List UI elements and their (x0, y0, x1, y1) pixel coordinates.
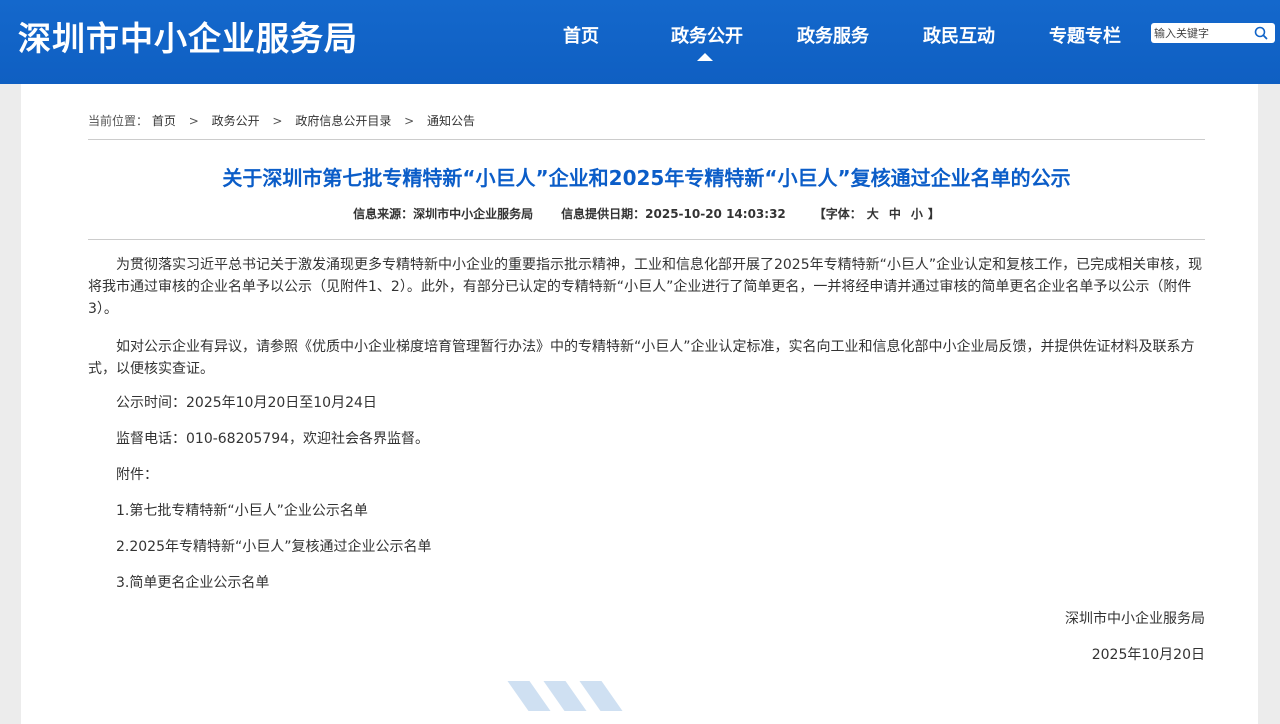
body-paragraph: 如对公示企业有异议，请参照《优质中小企业梯度培育管理暂行办法》中的专精特新“小巨… (88, 339, 1195, 377)
nav-item-government-services[interactable]: 政务服务 (797, 22, 869, 48)
breadcrumb-divider (88, 139, 1205, 140)
breadcrumb-government-affairs-open[interactable]: 政务公开 (212, 114, 260, 128)
info-date: 信息提供日期：2025-10-20 14:03:32 (561, 207, 786, 221)
breadcrumb-prefix: 当前位置： (88, 114, 149, 128)
breadcrumb-separator: > (188, 114, 199, 128)
article-title: 关于深圳市第七批专精特新“小巨人”企业和2025年专精特新“小巨人”复核通过企业… (222, 166, 1071, 190)
nav-item-public-interaction[interactable]: 政民互动 (923, 22, 995, 48)
publicity-period: 公示时间：2025年10月20日至10月24日 (116, 395, 377, 411)
title-divider (88, 239, 1205, 240)
breadcrumb-separator: > (404, 114, 415, 128)
font-size-close: 】 (927, 207, 940, 221)
attachment-link[interactable]: 2.2025年专精特新“小巨人”复核通过企业公示名单 (116, 536, 432, 558)
search-icon[interactable] (1253, 25, 1269, 41)
attachments-label: 附件： (116, 467, 158, 483)
breadcrumb-info-directory[interactable]: 政府信息公开目录 (295, 114, 391, 128)
site-header: 深圳市中小企业服务局 首页 政务公开 政务服务 政民互动 专题专栏 (0, 0, 1280, 84)
signature-date: 2025年10月20日 (1091, 647, 1205, 663)
info-source: 信息来源：深圳市中小企业服务局 (353, 207, 534, 221)
caret-up-icon (697, 53, 713, 61)
breadcrumb-separator: > (272, 114, 283, 128)
font-size-medium-button[interactable]: 中 (889, 207, 901, 221)
font-size-open: 【字体： (813, 207, 862, 221)
font-size-small-button[interactable]: 小 (911, 207, 923, 221)
article-meta: 信息来源：深圳市中小企业服务局 信息提供日期：2025-10-20 14:03:3… (88, 205, 1205, 222)
font-size-large-button[interactable]: 大 (867, 207, 879, 221)
breadcrumb-home[interactable]: 首页 (152, 114, 176, 128)
breadcrumb: 当前位置： 首页 > 政务公开 > 政府信息公开目录 > 通知公告 (88, 112, 475, 129)
article-container: 当前位置： 首页 > 政务公开 > 政府信息公开目录 > 通知公告 关于深圳市第… (21, 84, 1258, 724)
supervision-phone: 监督电话：010-68205794，欢迎社会各界监督。 (116, 431, 430, 447)
attachment-link[interactable]: 1.第七批专精特新“小巨人”企业公示名单 (116, 500, 368, 522)
attachment-link[interactable]: 3.简单更名企业公示名单 (116, 572, 269, 594)
search-input[interactable] (1154, 24, 1250, 42)
body-paragraph: 为贯彻落实习近平总书记关于激发涌现更多专精特新中小企业的重要指示批示精神，工业和… (88, 257, 1203, 317)
nav-item-special-topics[interactable]: 专题专栏 (1049, 22, 1121, 48)
breadcrumb-notices[interactable]: 通知公告 (427, 114, 475, 128)
site-logo-title[interactable]: 深圳市中小企业服务局 (18, 12, 358, 60)
search-box (1151, 23, 1275, 43)
nav-item-government-affairs-open[interactable]: 政务公开 (671, 22, 743, 48)
signature-organization: 深圳市中小企业服务局 (1065, 611, 1205, 627)
nav-item-home[interactable]: 首页 (563, 22, 599, 48)
